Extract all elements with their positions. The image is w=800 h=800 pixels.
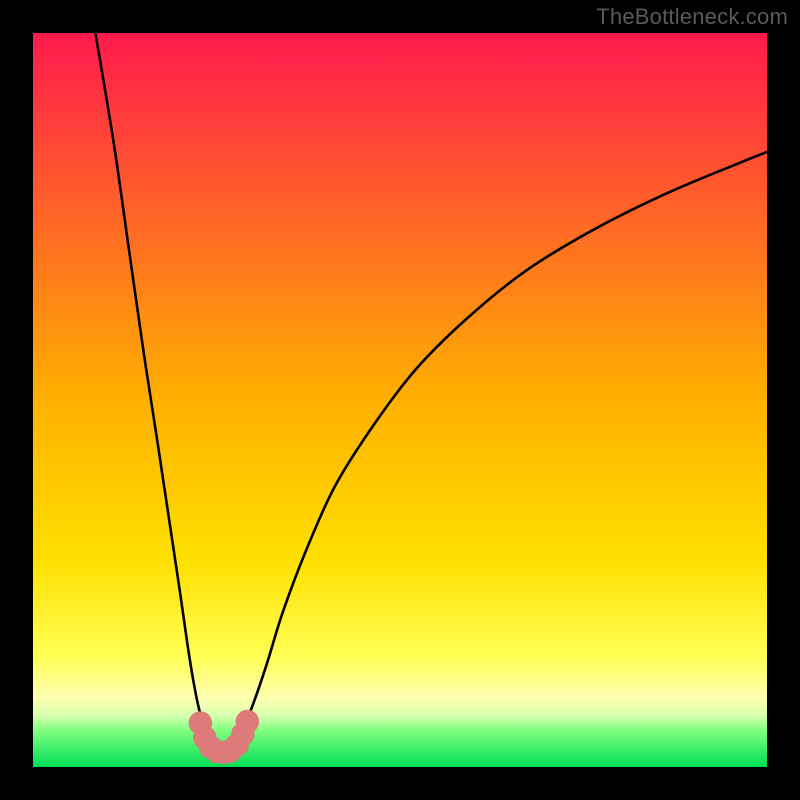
valley-markers [189,710,259,764]
valley-marker [236,710,259,733]
plot-area [33,33,767,767]
attribution-text: TheBottleneck.com [596,4,788,30]
outer-frame: TheBottleneck.com [0,0,800,800]
curve-layer [33,33,767,767]
curve-right-branch [231,152,767,750]
curve-left-branch [95,33,216,750]
